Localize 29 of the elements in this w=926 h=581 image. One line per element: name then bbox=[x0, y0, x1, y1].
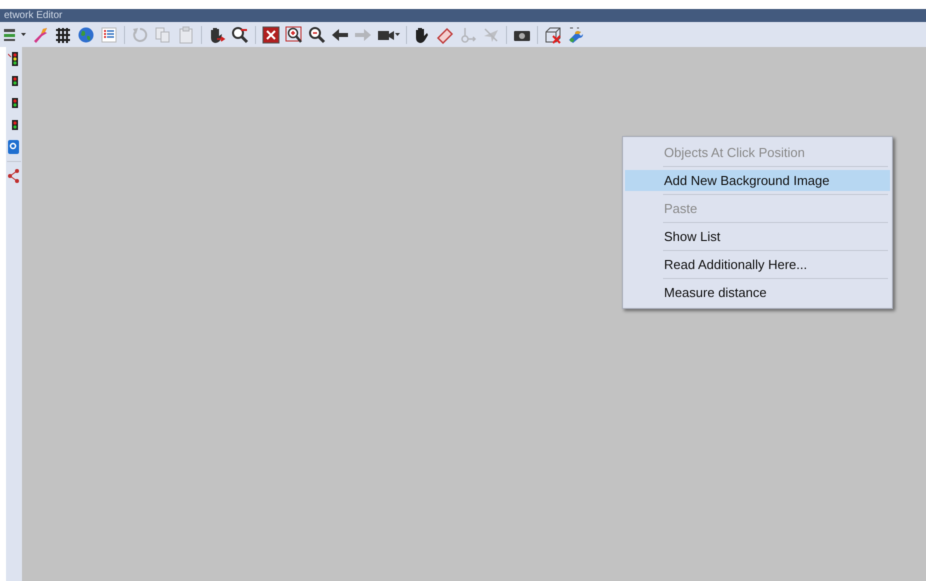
globe-button[interactable] bbox=[76, 24, 96, 44]
zoom-in-icon bbox=[285, 26, 303, 44]
zoom-out-icon bbox=[308, 26, 326, 44]
grid-icon bbox=[54, 26, 72, 44]
node-icon bbox=[459, 26, 477, 44]
network-icon[interactable] bbox=[8, 168, 20, 184]
window-title: etwork Editor bbox=[3, 10, 62, 21]
3d-wrench-icon bbox=[567, 26, 585, 44]
ruler-icon bbox=[436, 26, 454, 44]
menu-item[interactable]: Measure distance bbox=[625, 282, 890, 303]
cube-delete-button[interactable] bbox=[543, 24, 563, 44]
cube-delete-icon bbox=[544, 26, 562, 44]
magnifier-icon bbox=[231, 26, 249, 44]
traffic-light-icon[interactable] bbox=[8, 51, 20, 67]
hand-icon bbox=[208, 26, 226, 44]
zoom-out-button[interactable] bbox=[307, 24, 327, 44]
menu-item[interactable]: Add New Background Image bbox=[625, 170, 890, 191]
hand-icon bbox=[413, 26, 431, 44]
plane-icon bbox=[482, 26, 500, 44]
list-icon bbox=[100, 26, 118, 44]
copy-icon bbox=[154, 26, 172, 44]
globe-icon bbox=[77, 26, 95, 44]
zoom-in-button[interactable] bbox=[284, 24, 304, 44]
menu-item[interactable]: Show List bbox=[625, 226, 890, 247]
clipboard-icon bbox=[177, 26, 195, 44]
magnifier-button[interactable] bbox=[230, 24, 250, 44]
undo-icon bbox=[131, 26, 149, 44]
menu-item[interactable]: Read Additionally Here... bbox=[625, 254, 890, 275]
list-button[interactable] bbox=[99, 24, 119, 44]
